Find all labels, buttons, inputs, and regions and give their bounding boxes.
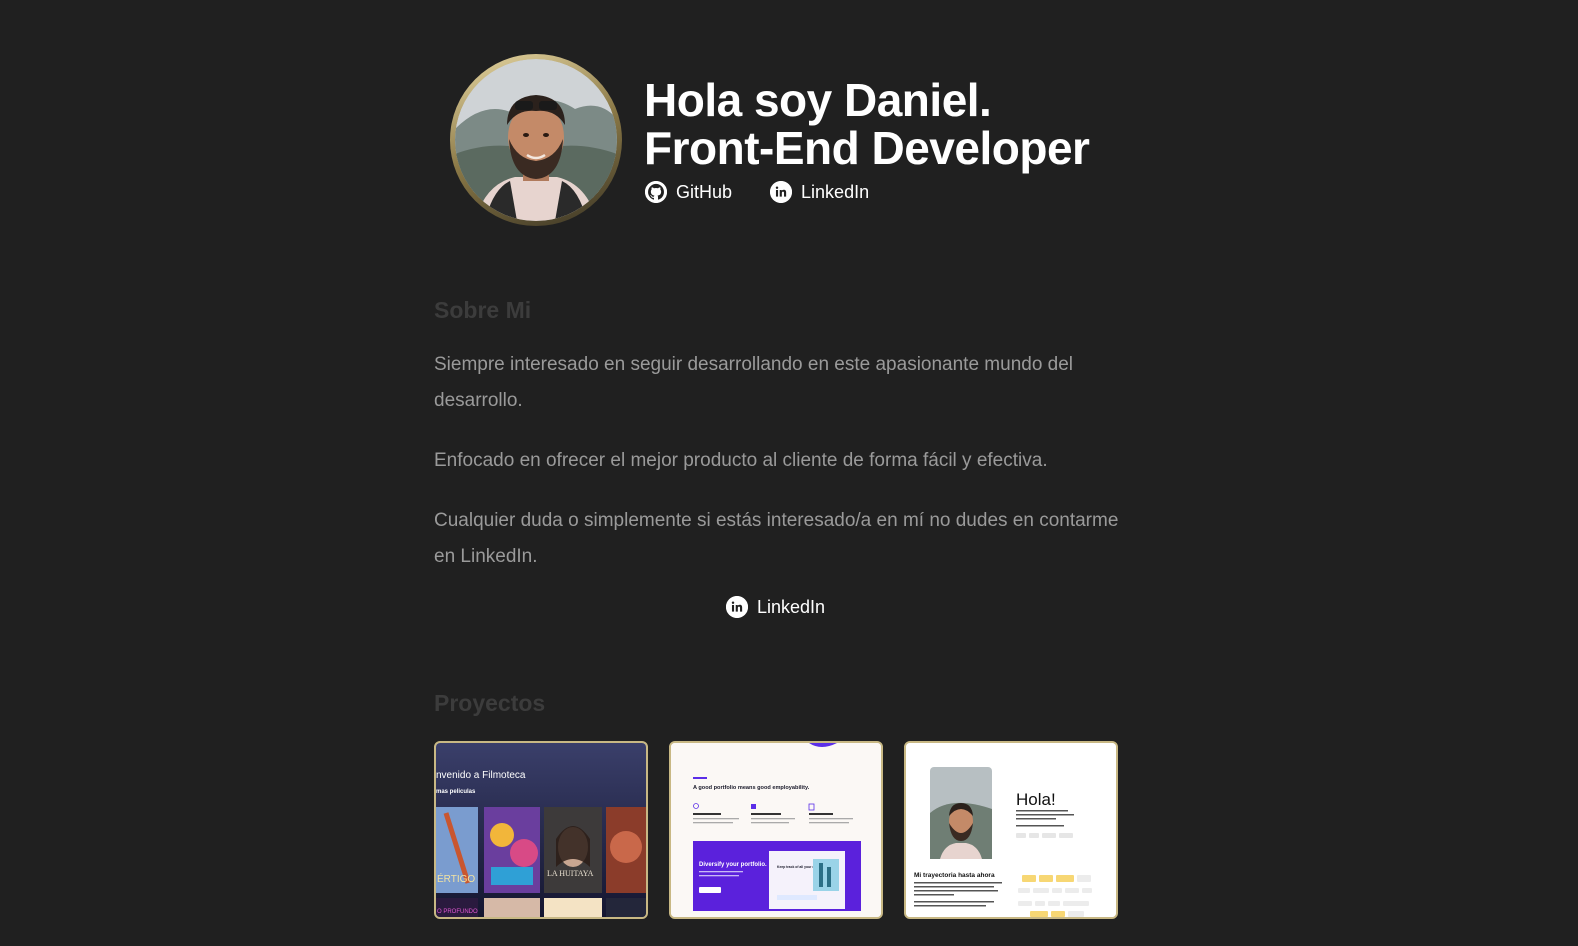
card-subheading: Mi trayectoria hasta ahora xyxy=(914,872,995,879)
title-line-greeting: Hola soy Daniel. xyxy=(644,74,992,126)
linkedin-link[interactable]: LinkedIn xyxy=(770,181,869,203)
card-subheading: mas peliculas xyxy=(436,789,476,795)
about-linkedin-link[interactable]: LinkedIn xyxy=(726,596,825,618)
poster-title: LA HUITAYA xyxy=(547,869,594,878)
avatar-frame xyxy=(450,54,622,226)
card-banner: Diversify your portfolio. xyxy=(699,862,767,868)
github-icon xyxy=(645,181,667,203)
card-heading: nvenido a Filmoteca xyxy=(436,770,526,781)
project-card-filmoteca[interactable]: nvenido a Filmoteca mas peliculas ÉRTIGO… xyxy=(434,741,648,919)
project-card-portfolio[interactable]: A good portfolio means good employabilit… xyxy=(669,741,883,919)
card-heading: A good portfolio means good employabilit… xyxy=(693,785,810,791)
poster-title: O PROFUNDO xyxy=(437,909,478,915)
title-line-role: Front-End Developer xyxy=(644,122,1090,174)
github-label: GitHub xyxy=(676,181,733,202)
poster-title: ÉRTIGO xyxy=(437,872,475,885)
linkedin-icon xyxy=(726,596,748,618)
about-heading: Sobre Mi xyxy=(434,297,532,323)
portfolio-page: Hola soy Daniel. Front-End Developer Git… xyxy=(0,0,1578,946)
project-thumbnail: Hola! Mi trayectoria hasta ahora xyxy=(906,743,1116,917)
about-paragraph: Siempre interesado en seguir desarrollan… xyxy=(434,354,1074,411)
projects-heading: Proyectos xyxy=(434,690,546,716)
project-thumbnail: A good portfolio means good employabilit… xyxy=(671,743,881,917)
about-paragraph: Enfocado en ofrecer el mejor producto al… xyxy=(434,450,1048,471)
page-title: Hola soy Daniel. Front-End Developer xyxy=(644,74,1090,174)
github-link[interactable]: GitHub xyxy=(645,181,732,203)
avatar xyxy=(455,59,617,221)
social-links: GitHub LinkedIn xyxy=(645,181,869,203)
linkedin-icon xyxy=(770,181,793,203)
card-heading: Hola! xyxy=(1016,790,1056,809)
about-text: Siempre interesado en seguir desarrollan… xyxy=(434,347,1124,599)
about-linkedin-label: LinkedIn xyxy=(757,596,826,617)
about-paragraph: Cualquier duda o simplemente si estás in… xyxy=(434,510,1119,567)
linkedin-label: LinkedIn xyxy=(801,181,870,202)
project-card-personal[interactable]: Hola! Mi trayectoria hasta ahora xyxy=(904,741,1118,919)
project-cards: nvenido a Filmoteca mas peliculas ÉRTIGO… xyxy=(434,741,1118,919)
project-thumbnail: nvenido a Filmoteca mas peliculas ÉRTIGO… xyxy=(436,743,646,917)
